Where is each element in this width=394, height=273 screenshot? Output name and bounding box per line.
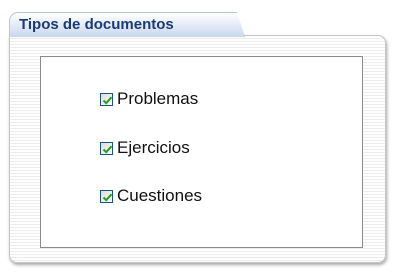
problemas-label: Problemas xyxy=(117,89,199,108)
ejercicios-label: Ejercicios xyxy=(117,138,190,157)
document-types-panel: Problemas Ejercicios Cuestiones xyxy=(9,35,386,263)
option-cuestiones[interactable]: Cuestiones xyxy=(100,186,202,206)
option-ejercicios[interactable]: Ejercicios xyxy=(100,138,190,158)
check-icon xyxy=(102,145,113,154)
cuestiones-label: Cuestiones xyxy=(117,186,203,205)
problemas-checkbox[interactable] xyxy=(100,92,113,106)
check-icon xyxy=(102,193,113,202)
check-icon xyxy=(102,96,113,105)
cuestiones-checkbox[interactable] xyxy=(100,189,113,203)
panel-title: Tipos de documentos xyxy=(19,16,174,33)
ejercicios-checkbox[interactable] xyxy=(100,141,113,155)
option-problemas[interactable]: Problemas xyxy=(100,89,198,109)
options-box: Problemas Ejercicios Cuestiones xyxy=(40,56,363,248)
